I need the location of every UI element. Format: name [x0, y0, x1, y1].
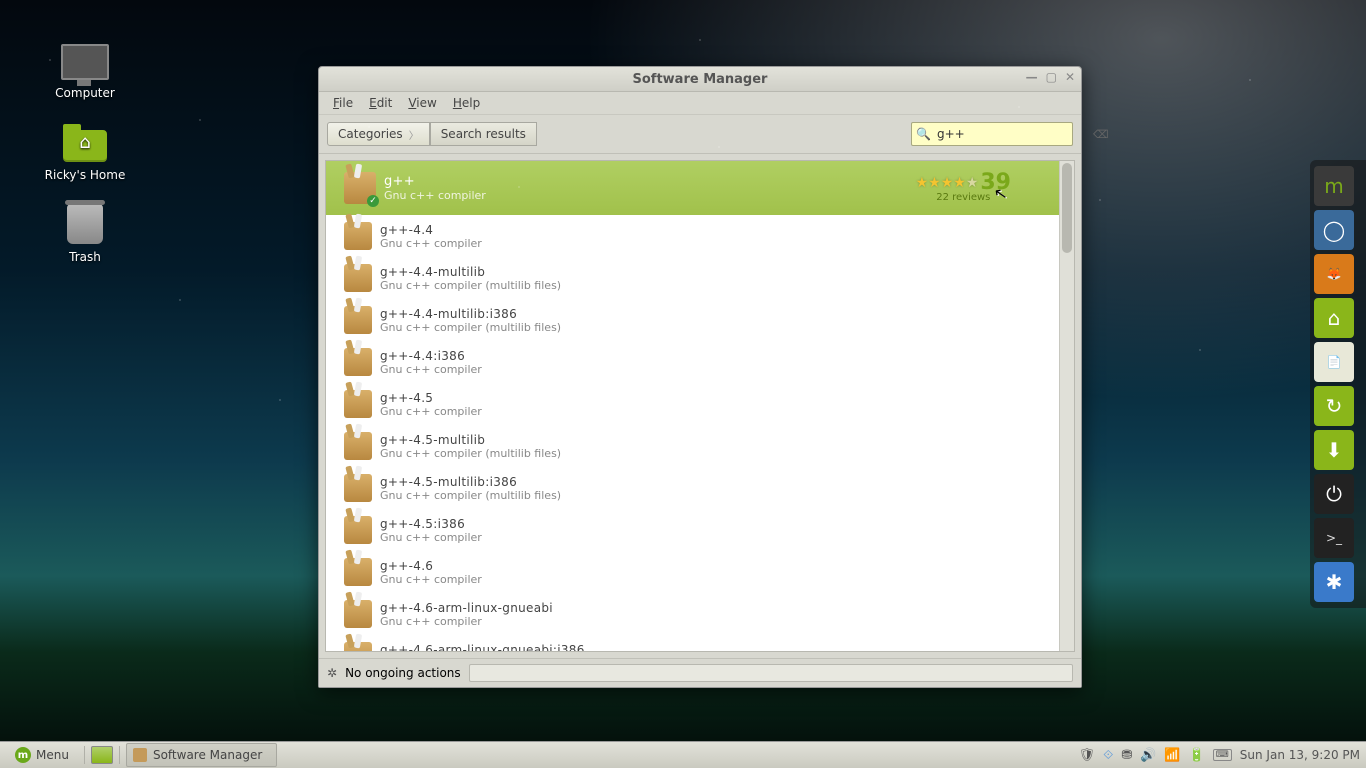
system-tray: 🛡 ⟐ ⛃ 🔊 📶 🔋 ⌨ Sun Jan 13, 9:20 PM — [1079, 748, 1360, 763]
taskbar: m Menu Software Manager 🛡 ⟐ ⛃ 🔊 📶 🔋 ⌨ Su… — [0, 741, 1366, 768]
software-manager-window: Software Manager — ▢ ✕ File Edit View He… — [318, 66, 1082, 688]
updates-icon[interactable]: 🛡 — [1079, 748, 1096, 763]
scrollbar[interactable] — [1059, 161, 1074, 651]
package-icon — [344, 516, 372, 544]
show-desktop-button[interactable] — [91, 746, 113, 764]
taskbar-task-software-manager[interactable]: Software Manager — [126, 743, 277, 767]
package-icon — [344, 222, 372, 250]
package-icon — [344, 600, 372, 628]
desktop-icons: Computer Ricky's Home Trash — [30, 40, 140, 286]
package-icon — [344, 474, 372, 502]
desktop-icon-home[interactable]: Ricky's Home — [30, 122, 140, 182]
results-list[interactable]: ✓g++Gnu c++ compiler★★★★★3922 reviewsg++… — [326, 161, 1059, 651]
package-icon — [133, 748, 147, 762]
clock[interactable]: Sun Jan 13, 9:20 PM — [1240, 748, 1360, 762]
bluetooth-icon[interactable]: ⟐ — [1103, 748, 1113, 763]
dock-item-downloads-folder[interactable]: ⬇ — [1314, 430, 1354, 470]
trash-icon — [67, 204, 103, 244]
package-icon — [344, 558, 372, 586]
battery-icon[interactable]: 🔋 — [1189, 748, 1205, 763]
task-label: Software Manager — [153, 748, 262, 762]
scrollbar-thumb[interactable] — [1062, 163, 1072, 253]
menu-button[interactable]: m Menu — [6, 744, 78, 766]
result-row-selected[interactable]: ✓g++Gnu c++ compiler★★★★★3922 reviews — [326, 161, 1059, 215]
desktop-icon-label: Ricky's Home — [45, 168, 126, 182]
desktop-icon-computer[interactable]: Computer — [30, 40, 140, 100]
mint-logo-icon: m — [15, 747, 31, 763]
package-icon — [344, 264, 372, 292]
volume-icon[interactable]: 🔊 — [1140, 748, 1156, 763]
rating: ★★★★★3922 reviews — [916, 174, 1051, 203]
desktop-icon-label: Trash — [69, 250, 101, 264]
dock-item-backup[interactable]: ↻ — [1314, 386, 1354, 426]
desktop: Computer Ricky's Home Trash Software Man… — [0, 0, 1366, 768]
monitor-icon — [61, 44, 109, 80]
clear-search-icon[interactable]: ⌫ — [1093, 128, 1109, 141]
package-icon — [344, 348, 372, 376]
dock-item-mint-menu[interactable]: m — [1314, 166, 1354, 206]
desktop-icon-trash[interactable]: Trash — [30, 204, 140, 264]
package-icon — [344, 432, 372, 460]
dock-item-chromium[interactable]: ◯ — [1314, 210, 1354, 250]
package-icon — [344, 642, 372, 651]
network-icon[interactable]: 📶 — [1164, 748, 1180, 763]
dock-item-home-folder[interactable]: ⌂ — [1314, 298, 1354, 338]
dock-item-firefox[interactable]: 🦊 — [1314, 254, 1354, 294]
package-icon — [344, 390, 372, 418]
dock-item-documents-folder[interactable]: 📄 — [1314, 342, 1354, 382]
desktop-icon-label: Computer — [55, 86, 115, 100]
package-icon — [344, 306, 372, 334]
folder-home-icon — [63, 130, 107, 162]
results-panel: ✓g++Gnu c++ compiler★★★★★3922 reviewsg++… — [325, 160, 1075, 652]
dock: m◯🦊⌂📄↻⬇⏻>_✱ — [1310, 160, 1366, 608]
dock-item-terminal[interactable]: >_ — [1314, 518, 1354, 558]
disk-icon[interactable]: ⛃ — [1121, 748, 1132, 763]
menu-label: Menu — [36, 748, 69, 762]
dock-item-accessibility[interactable]: ✱ — [1314, 562, 1354, 602]
dock-item-shutdown[interactable]: ⏻ — [1314, 474, 1354, 514]
keyboard-layout-icon[interactable]: ⌨ — [1213, 749, 1232, 761]
